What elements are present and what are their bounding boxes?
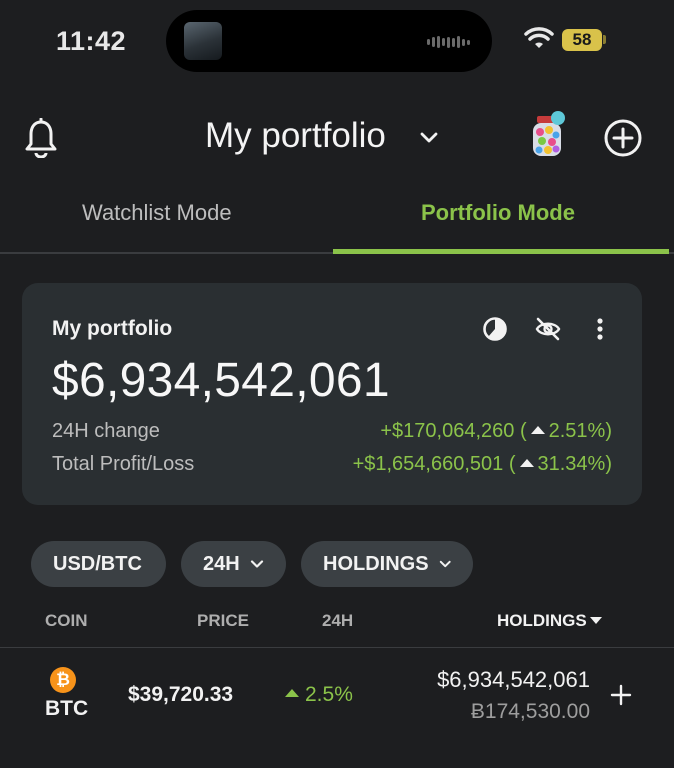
media-thumbnail <box>184 22 222 60</box>
sort-descending-icon <box>590 617 602 624</box>
up-triangle-icon <box>285 689 299 697</box>
period-filter-label: 24H <box>203 552 240 575</box>
audio-waveform-icon <box>427 36 470 48</box>
up-triangle-icon <box>530 426 545 435</box>
profit-loss-amount: +$1,654,660,501 ( <box>352 453 516 475</box>
more-options-icon[interactable] <box>592 316 608 342</box>
change-24h-amount: +$170,064,260 ( <box>380 420 527 442</box>
candy-jar-icon[interactable] <box>528 110 568 160</box>
dynamic-island[interactable] <box>166 10 492 72</box>
sort-filter-chip[interactable]: HOLDINGS <box>301 541 473 587</box>
period-filter-chip[interactable]: 24H <box>181 541 286 587</box>
coin-holdings-amount: Ƀ174,530.00 <box>470 700 590 723</box>
chevron-down-icon <box>439 560 451 568</box>
change-24h-label: 24H change <box>52 420 160 442</box>
change-24h-value: +$170,064,260 ( 2.51%) <box>380 420 612 443</box>
tab-portfolio-mode[interactable]: Portfolio Mode <box>421 200 575 226</box>
card-title: My portfolio <box>52 317 173 340</box>
profit-loss-percent: 31.34%) <box>537 453 613 475</box>
portfolio-summary-card: My portfolio $6,934,542,061 24H change +… <box>22 283 642 505</box>
bitcoin-icon: ₿ <box>50 667 76 693</box>
chevron-down-icon <box>250 560 263 568</box>
profit-loss-value: +$1,654,660,501 ( 31.34%) <box>353 453 612 476</box>
battery-indicator: 58 <box>562 29 602 51</box>
pie-chart-icon[interactable] <box>482 316 508 342</box>
column-header-24h[interactable]: 24H <box>322 611 353 631</box>
wifi-icon <box>524 27 554 48</box>
hide-balance-icon[interactable] <box>534 316 562 342</box>
battery-nub <box>603 35 606 44</box>
column-header-holdings[interactable]: HOLDINGS <box>497 611 587 631</box>
add-transaction-icon[interactable] <box>610 684 632 706</box>
coin-change-24h: 2.5% <box>305 683 353 706</box>
profit-loss-label: Total Profit/Loss <box>52 453 195 475</box>
bell-icon[interactable] <box>24 118 58 158</box>
portfolio-total-value: $6,934,542,061 <box>52 354 390 407</box>
tab-watchlist-mode[interactable]: Watchlist Mode <box>82 200 232 226</box>
change-24h-percent: 2.51%) <box>548 420 612 442</box>
sort-filter-label: HOLDINGS <box>323 552 429 575</box>
coin-holdings-value: $6,934,542,061 <box>437 667 590 692</box>
currency-filter-label: USD/BTC <box>53 552 142 575</box>
coin-symbol[interactable]: BTC <box>45 697 88 721</box>
currency-filter-chip[interactable]: USD/BTC <box>31 541 166 587</box>
column-header-price[interactable]: PRICE <box>197 611 249 631</box>
active-tab-indicator <box>333 249 669 254</box>
up-triangle-icon <box>519 459 534 468</box>
portfolio-title[interactable]: My portfolio <box>205 116 386 156</box>
status-time: 11:42 <box>56 26 127 56</box>
column-header-coin[interactable]: COIN <box>45 611 88 631</box>
add-circle-icon[interactable] <box>603 118 643 158</box>
row-divider <box>0 647 674 648</box>
chevron-down-icon[interactable] <box>418 126 440 148</box>
coin-price: $39,720.33 <box>128 683 234 706</box>
